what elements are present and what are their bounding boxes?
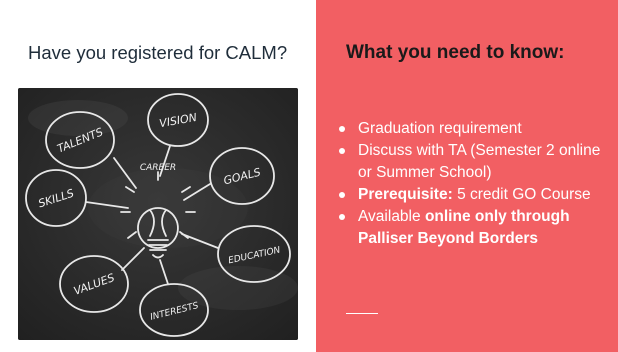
bullet-text: 5 credit GO Course bbox=[457, 186, 591, 203]
bullet-text: Discuss with TA (Semester 2 online or Su… bbox=[358, 142, 601, 181]
bullet-prerequisite: Prerequisite: 5 credit GO Course bbox=[334, 184, 614, 206]
info-bullet-list: Graduation requirement Discuss with TA (… bbox=[334, 118, 614, 250]
divider-line bbox=[346, 313, 378, 314]
bullet-discuss-ta: Discuss with TA (Semester 2 online or Su… bbox=[334, 140, 614, 184]
right-panel: What you need to know: Graduation requir… bbox=[316, 0, 618, 352]
bullet-text: Graduation requirement bbox=[358, 120, 522, 137]
left-title: Have you registered for CALM? bbox=[28, 42, 288, 63]
left-panel: Have you registered for CALM? TALENTS VI… bbox=[0, 0, 316, 352]
bullet-text: Available bbox=[358, 208, 421, 225]
bullet-available: Available online only through Palliser B… bbox=[334, 206, 614, 250]
board-word-career: CAREER bbox=[140, 163, 176, 173]
bullet-graduation: Graduation requirement bbox=[334, 118, 614, 140]
prerequisite-label: Prerequisite: bbox=[358, 186, 453, 203]
right-title: What you need to know: bbox=[346, 42, 565, 63]
chalkboard-image: TALENTS VISION GOALS CAREER SKILLS EDUCA… bbox=[18, 88, 298, 340]
